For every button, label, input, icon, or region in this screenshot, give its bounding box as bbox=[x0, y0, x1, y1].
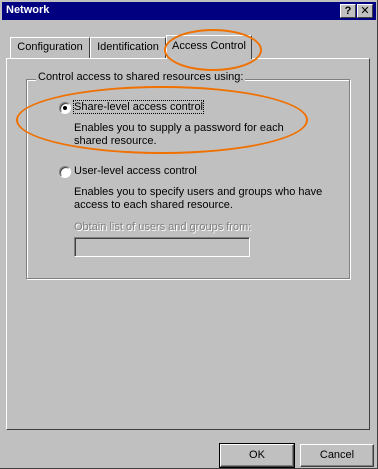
group-legend: Control access to shared resources using… bbox=[36, 71, 246, 83]
tab-identification-label: Identification bbox=[97, 41, 159, 53]
tab-identification[interactable]: Identification bbox=[90, 37, 166, 58]
share-level-label[interactable]: Share-level access control bbox=[72, 100, 205, 114]
ok-button[interactable]: OK bbox=[219, 443, 295, 468]
share-level-radio[interactable] bbox=[59, 102, 71, 114]
tab-configuration[interactable]: Configuration bbox=[10, 37, 90, 58]
window-title: Network bbox=[6, 4, 50, 16]
close-button[interactable]: ✕ bbox=[357, 4, 373, 18]
help-button[interactable]: ? bbox=[340, 4, 356, 18]
tab-configuration-label: Configuration bbox=[17, 41, 83, 53]
share-level-description: Enables you to supply a password for eac… bbox=[74, 122, 284, 147]
tab-access-control-label: Access Control bbox=[172, 40, 246, 52]
title-bar: Network ? ✕ bbox=[2, 2, 376, 20]
user-level-radio[interactable] bbox=[59, 166, 71, 178]
obtain-list-input[interactable] bbox=[74, 237, 250, 257]
user-level-description: Enables you to specify users and groups … bbox=[74, 186, 323, 211]
user-level-label[interactable]: User-level access control bbox=[74, 165, 197, 177]
radio-selected-dot bbox=[63, 106, 67, 110]
cancel-button[interactable]: Cancel bbox=[300, 444, 374, 467]
obtain-list-label: Obtain list of users and groups from: bbox=[74, 221, 252, 233]
network-dialog: Network ? ✕ Configuration Identification… bbox=[0, 0, 378, 469]
tab-access-control[interactable]: Access Control bbox=[166, 35, 252, 59]
